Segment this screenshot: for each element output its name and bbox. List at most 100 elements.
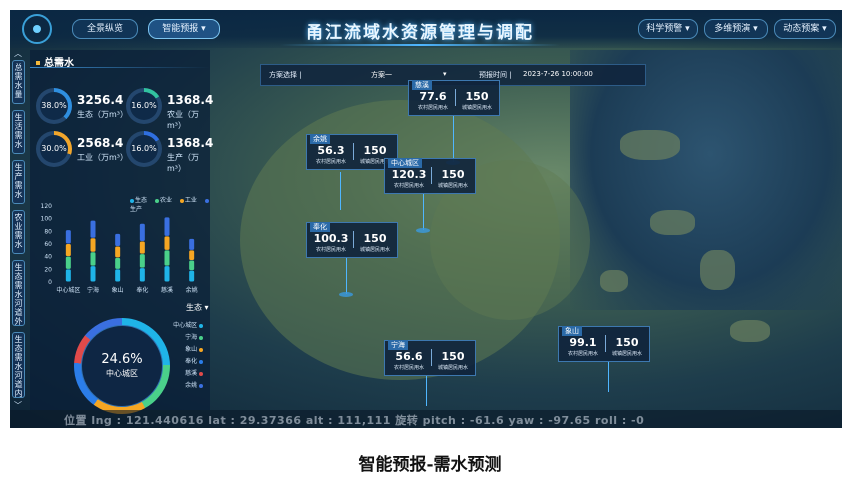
- bar-segment: [90, 238, 96, 252]
- popup-name: 象山: [562, 326, 582, 336]
- metric-ring-production: 16.0%: [126, 131, 162, 167]
- nav-forecast-label: 智能预报: [162, 24, 199, 34]
- popup-rural-value: 56.6: [395, 350, 423, 363]
- nav-plan-label: 动态预案: [783, 24, 820, 34]
- popup-center-city[interactable]: 中心城区 120.3 150 农村居民用水 城镇居民用水: [384, 158, 476, 194]
- area-legend-item: 奉化: [168, 356, 204, 368]
- bar-segment: [65, 269, 71, 282]
- bar-segment: [189, 260, 195, 271]
- time-value[interactable]: 2023-7-26 10:00:00: [523, 70, 593, 78]
- popup-rural-value: 99.1: [569, 336, 597, 349]
- x-tick-label: 宁海: [87, 286, 99, 294]
- tab-life-demand[interactable]: 生活需水: [12, 110, 25, 154]
- popup-rural-label: 农村居民用水: [417, 105, 448, 111]
- popup-ninghai[interactable]: 宁海 56.6 150 农村居民用水 城镇居民用水: [384, 340, 476, 376]
- tabs-up-icon[interactable]: ︿: [14, 48, 22, 59]
- bar-segment: [189, 238, 195, 250]
- bar-segment: [90, 252, 96, 266]
- x-tick-label: 中心城区: [56, 286, 80, 294]
- map-island: [730, 320, 770, 342]
- nav-overview[interactable]: 全景纵览: [72, 19, 138, 39]
- popup-cixi[interactable]: 慈溪 77.6 150 农村居民用水 城镇居民用水: [408, 80, 500, 116]
- bar-segment: [90, 266, 96, 282]
- map-island: [700, 250, 735, 290]
- bar-segment: [189, 250, 195, 260]
- metric-pct: 30.0%: [40, 135, 68, 163]
- area-name: 奉化: [185, 358, 198, 365]
- map-pin-base: [339, 292, 353, 297]
- area-legend-item: 余姚: [168, 380, 204, 392]
- bar-segment: [65, 244, 71, 257]
- popup-name: 宁海: [388, 340, 408, 350]
- time-label: 预报时间 |: [479, 71, 512, 79]
- metric-pct: 16.0%: [130, 135, 158, 163]
- tab-eco-inner[interactable]: 生态需水河道内: [12, 332, 25, 398]
- panel-title-bar: [30, 67, 210, 68]
- metric-label: 生态（万m³）: [77, 110, 128, 119]
- popup-urban-value: 150: [363, 232, 387, 245]
- nav-preview[interactable]: 多维预演 ▾: [704, 19, 768, 39]
- bar-segment: [90, 220, 96, 238]
- metric-ring-eco: 38.0%: [36, 88, 72, 124]
- x-tick-label: 象山: [112, 286, 124, 294]
- bar-segment: [115, 269, 121, 282]
- popup-xiangshan[interactable]: 象山 99.1 150 农村居民用水 城镇居民用水: [558, 326, 650, 362]
- nav-plan[interactable]: 动态预案 ▾: [774, 19, 836, 39]
- y-tick-label: 60: [44, 241, 52, 248]
- demand-bar-chart: 0 20 40 60 80 100 120 中心城区 宁海 象山 奉化 慈溪 余姚: [41, 203, 198, 294]
- tab-production-demand[interactable]: 生产需水: [12, 160, 25, 204]
- nav-warning-label: 科学预警: [646, 24, 683, 34]
- popup-rural-value: 100.3: [313, 232, 349, 245]
- popup-rural-value: 77.6: [419, 90, 447, 103]
- bar-segment: [139, 223, 145, 241]
- life-dropdown[interactable]: 生态 ▾: [186, 302, 209, 313]
- tab-eco-outer[interactable]: 生态需水河道外: [12, 260, 25, 326]
- area-name: 慈溪: [185, 370, 198, 377]
- scheme-label: 方案选择 |: [269, 71, 302, 79]
- popup-rural-label: 农村居民用水: [567, 351, 598, 357]
- area-name: 象山: [185, 346, 198, 353]
- area-legend-item: 慈溪: [168, 368, 204, 380]
- logo-icon: [22, 14, 52, 44]
- metric-value: 2568.4: [77, 136, 124, 150]
- map-pin-line: [608, 362, 609, 392]
- figure-caption: 智能预报-需水预测: [358, 455, 502, 475]
- bar-segment: [139, 241, 145, 254]
- bar-segment: [139, 268, 145, 282]
- demand-panel: 总需水 38.0% 3256.4 生态（万m³） 16.0% 1368.4 农业…: [30, 50, 214, 414]
- popup-urban-label: 城镇居民用水: [437, 183, 468, 189]
- bar-segment: [115, 246, 121, 258]
- area-name: 中心城区: [173, 322, 198, 329]
- title-underline: [280, 44, 560, 46]
- metric-value: 1368.4: [167, 93, 214, 107]
- x-tick-label: 余姚: [186, 286, 198, 294]
- area-legend-item: 中心城区: [168, 320, 204, 332]
- popup-rural-label: 农村居民用水: [393, 365, 424, 371]
- nav-warning[interactable]: 科学预警 ▾: [638, 19, 698, 39]
- bar-segment: [189, 270, 195, 282]
- popup-urban-value: 150: [441, 350, 465, 363]
- popup-name: 慈溪: [412, 80, 432, 90]
- nav-forecast[interactable]: 智能预报 ▾: [148, 19, 220, 39]
- popup-urban-label: 城镇居民用水: [611, 351, 642, 357]
- bar-segment: [65, 230, 71, 244]
- popup-urban-label: 城镇居民用水: [461, 105, 492, 111]
- area-legend-item: 宁海: [168, 332, 204, 344]
- y-tick-label: 20: [44, 266, 52, 273]
- tab-total-demand[interactable]: 总需水量: [12, 60, 25, 104]
- tab-agri-demand[interactable]: 农业需水: [12, 210, 25, 254]
- popup-urban-value: 150: [465, 90, 489, 103]
- scheme-select[interactable]: 方案一 ▾: [371, 70, 451, 80]
- x-tick-label: 慈溪: [161, 286, 173, 294]
- metric-pct: 38.0%: [40, 92, 68, 120]
- popup-fenghua[interactable]: 奉化 100.3 150 农村居民用水 城镇居民用水: [306, 222, 398, 258]
- metric-ring-agri: 16.0%: [126, 88, 162, 124]
- bar-segment: [65, 256, 71, 269]
- y-tick-label: 120: [41, 203, 53, 210]
- camera-status-text: 位置 lng : 121.440616 lat : 29.37366 alt :…: [64, 414, 645, 427]
- y-tick-label: 100: [41, 216, 53, 223]
- map-island: [600, 270, 628, 292]
- y-tick-label: 40: [44, 254, 52, 261]
- popup-urban-value: 150: [363, 144, 387, 157]
- map-pin-line: [453, 116, 454, 162]
